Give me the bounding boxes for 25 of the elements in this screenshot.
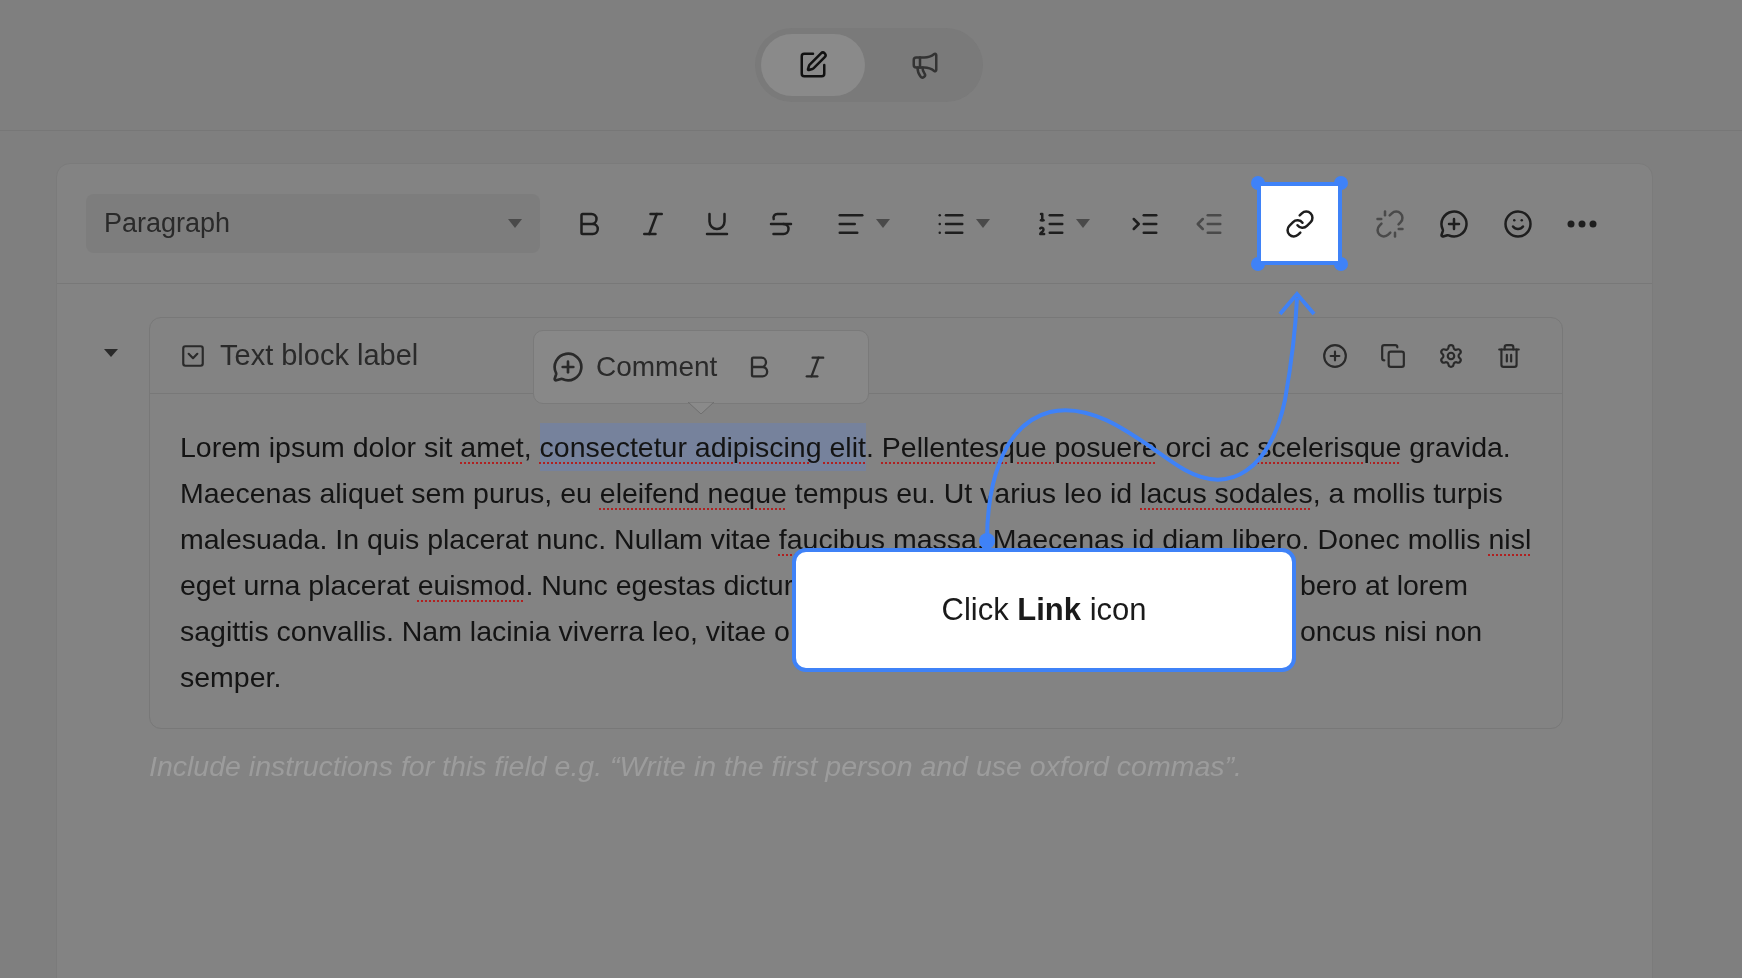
caret-icon xyxy=(508,219,522,228)
block-type-select[interactable]: Paragraph xyxy=(86,194,540,253)
add-icon[interactable] xyxy=(1322,342,1348,369)
unlink-icon xyxy=(1375,208,1405,239)
settings-icon[interactable] xyxy=(1438,342,1464,369)
more-icon xyxy=(1567,219,1597,228)
caret-icon xyxy=(976,219,990,228)
body-text: bero at lorem xyxy=(1300,569,1468,601)
callout: Click Link icon xyxy=(792,548,1296,672)
caret-icon xyxy=(876,219,890,228)
caret-icon xyxy=(1076,219,1090,228)
text-block-icon xyxy=(180,342,206,369)
link-icon xyxy=(1284,208,1315,239)
trash-icon[interactable] xyxy=(1496,342,1522,369)
comment-plus-icon xyxy=(552,351,584,383)
copy-icon[interactable] xyxy=(1380,342,1406,369)
smiley-icon xyxy=(1503,208,1533,239)
comment-plus-icon xyxy=(1439,208,1469,239)
body-text: semper. xyxy=(180,661,282,693)
body-text: eget urna placerat euismod. Nunc egestas dictur xyxy=(180,569,794,601)
body-text: sagittis convallis. Nam lacinia viverra leo, vitae o xyxy=(180,615,790,647)
edit-mode-button[interactable] xyxy=(760,34,865,96)
link-button[interactable] xyxy=(1257,182,1342,265)
body-text: oncus nisi non xyxy=(1300,615,1483,647)
block-label: Text block label xyxy=(220,337,419,373)
